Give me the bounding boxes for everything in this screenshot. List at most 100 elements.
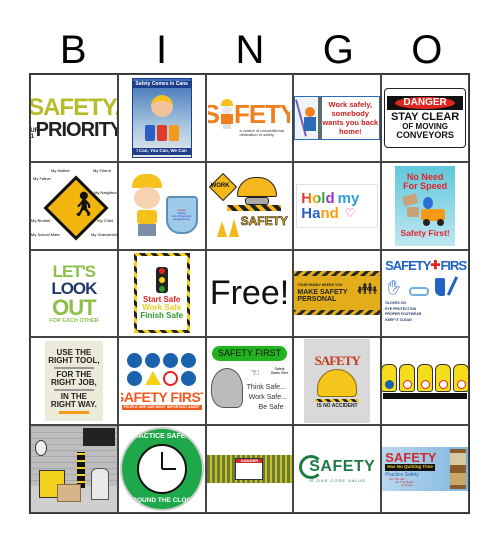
tool-line4: RIGHT JOB, xyxy=(51,377,97,387)
bingo-cell-right-tool[interactable]: USE THE RIGHT TOOL, FOR THE RIGHT JOB, I… xyxy=(30,337,118,426)
glove-icon: ✋ xyxy=(385,279,403,296)
work-sign-label: WORK xyxy=(210,182,230,189)
hardhat-sign-icon xyxy=(145,352,161,368)
speed-footer: Safety First! xyxy=(400,228,450,239)
head-silhouette-icon xyxy=(210,368,243,409)
stop-hand-icon-4 xyxy=(435,363,452,392)
stop-hand-icon-5 xyxy=(453,363,468,392)
bingo-cell-free[interactable]: Free! xyxy=(205,249,294,338)
goggles-sign-icon xyxy=(127,352,143,368)
ppe-icons-grid xyxy=(127,352,197,386)
cone-icon-2 xyxy=(216,220,227,237)
core-value-word: SAFETY xyxy=(309,458,376,476)
personal-line2: PERSONAL xyxy=(297,296,337,304)
ped-label-0: My Mother xyxy=(51,167,70,173)
yellow-hardhat-icon xyxy=(317,368,358,397)
work-safely-image: Work safely, somebody wants you back hom… xyxy=(294,95,381,140)
bingo-card: SAFETY, OUR #1 PRIORITY Safety Comes in … xyxy=(29,73,470,514)
bingo-cell-hold-my-hand[interactable]: Hold my Hand ♡ xyxy=(293,161,382,250)
cans-icon xyxy=(144,124,179,141)
pillar-icon xyxy=(77,452,85,489)
tool-line2: RIGHT TOOL, xyxy=(48,355,100,365)
pointing-hand-icon: ☜ xyxy=(250,368,260,380)
warehouse-forklift-image xyxy=(31,426,117,513)
ped-label-7: My Grandchild xyxy=(91,231,117,237)
ped-label-2: My Father xyxy=(33,175,52,181)
hazard-stripe xyxy=(315,398,360,402)
bingo-cell-no-accident[interactable]: SAFETY IS NO ACCIDENT xyxy=(293,337,382,426)
hands-row xyxy=(382,363,468,392)
bingo-cell-safety-cans[interactable]: Safety Comes in Cans I Can, You Can, We … xyxy=(117,74,206,162)
look-line4: FOR EACH OTHER xyxy=(49,317,99,324)
bingo-cell-pedestrian[interactable]: 🚶︎ My Mother My Friend My Father My Neig… xyxy=(30,161,118,250)
eyewear-icon xyxy=(408,287,429,297)
bingo-cell-work-safely[interactable]: Work safely, somebody wants you back hom… xyxy=(293,74,382,162)
stop-hands-image xyxy=(382,361,468,401)
right-tool-image: USE THE RIGHT TOOL, FOR THE RIGHT JOB, I… xyxy=(44,341,103,422)
bingo-cell-core-value[interactable]: SAFETY IS OUR CORE VALUE xyxy=(293,425,382,513)
bingo-cell-think-safe[interactable]: SAFETY FIRST ☜ Safety Starts Here Think … xyxy=(205,337,294,426)
hardhat-icon xyxy=(236,176,277,197)
think-safe-side: Safety Starts Here xyxy=(270,367,289,375)
safety-cans-image: Safety Comes in Cans I Can, You Can, We … xyxy=(131,77,192,158)
think-safe-line2: Work Safe... xyxy=(248,394,287,402)
bingo-cell-no-quitting-time[interactable]: SAFETY Has No Quitting Time Practice Saf… xyxy=(381,425,469,513)
safety-first-banner: PEOPLE ARE OUR MOST IMPORTANT ASSET xyxy=(121,404,202,411)
bingo-cell-work-safety[interactable]: WORK SAFETY xyxy=(205,161,294,250)
safety-first-people-image: SAFETY FIRST PEOPLE ARE OUR MOST IMPORTA… xyxy=(121,343,203,419)
ppe-item-2: PROPER FOOTWEAR xyxy=(385,312,422,317)
clock-top-text: PRACTICE SAFETY xyxy=(129,433,195,441)
header-letter-i: I xyxy=(156,28,168,72)
screwdriver-icon xyxy=(53,388,94,391)
bingo-cell-safety-first-people[interactable]: SAFETY FIRST PEOPLE ARE OUR MOST IMPORTA… xyxy=(117,337,206,426)
no-accident-image: SAFETY IS NO ACCIDENT xyxy=(304,339,371,424)
no-need-speed-image: No Need For Speed Safety First! xyxy=(395,165,456,246)
bingo-cell-start-work-finish[interactable]: Start Safe Work Safe Finish Safe xyxy=(117,249,206,338)
clock-bottom-text: AROUND THE CLOCK xyxy=(127,496,196,504)
stop-hand-icon-2 xyxy=(399,363,416,392)
safety-priority-image: SAFETY, OUR #1 PRIORITY xyxy=(31,96,117,140)
shield-line-3: Engineering xyxy=(173,216,190,221)
safety-culture-caption: a culture of unconditional dedication to… xyxy=(239,127,284,137)
wrench-icon xyxy=(53,366,94,369)
bingo-cell-warehouse[interactable] xyxy=(30,425,118,513)
bingo-cell-danger-conveyors[interactable]: DANGER STAY CLEAR OF MOVING CONVEYORS xyxy=(381,74,469,162)
start-work-finish-image: Start Safe Work Safe Finish Safe xyxy=(133,253,190,334)
bingo-cell-stop-hands[interactable] xyxy=(381,337,469,426)
pliers-icon xyxy=(58,410,89,414)
think-safe-title: SAFETY FIRST xyxy=(211,346,288,362)
practice-safety-clock-image: PRACTICE SAFETY AROUND THE CLOCK xyxy=(119,427,204,512)
bingo-cell-no-need-speed[interactable]: No Need For Speed Safety First! xyxy=(381,161,469,250)
bingo-cell-make-safety-personal[interactable]: YOUR FAMILY NEEDS YOU MAKE SAFETY PERSON… xyxy=(293,249,382,338)
bingo-cell-safety-priority[interactable]: SAFETY, OUR #1 PRIORITY xyxy=(30,74,118,162)
core-value-image: SAFETY IS OUR CORE VALUE xyxy=(294,449,380,489)
hardhat-worker-icon xyxy=(130,173,164,238)
speed-line2: For Speed xyxy=(403,181,448,192)
safety-culture-s: S xyxy=(208,101,219,127)
pallet-boxes-icon xyxy=(57,484,81,503)
clock-face-icon xyxy=(136,444,187,495)
bingo-cell-safety-first-ppe[interactable]: SAFETY ✚ FIRST. ✋ GLOVES ON EYE PROTECTI… xyxy=(381,249,469,338)
think-safe-line1: Think Safe... xyxy=(246,384,286,392)
bingo-cell-worker-shield[interactable]: Health Safety Fire Protection Engineerin… xyxy=(117,161,206,250)
finish-safe: Finish Safe xyxy=(140,310,184,320)
ped-label-3: My Neighbor xyxy=(94,189,117,195)
bingo-cell-practice-safety-clock[interactable]: PRACTICE SAFETY AROUND THE CLOCK xyxy=(117,425,206,513)
tool-line6: RIGHT WAY. xyxy=(50,399,97,409)
worker-icon xyxy=(150,95,173,118)
hand-word: Hand xyxy=(301,204,339,222)
bingo-cell-danger-fence[interactable]: DANGER xyxy=(205,425,294,513)
look-line1: LET'S xyxy=(52,261,96,281)
ppe-item-1: EYE PROTECTION xyxy=(385,306,417,311)
bingo-cell-lets-look-out[interactable]: LET'S LOOK OUT FOR EACH OTHER xyxy=(30,249,118,338)
stop-hand-icon-1 xyxy=(382,363,398,392)
worker-shield-image: Health Safety Fire Protection Engineerin… xyxy=(122,168,202,244)
lets-look-out-image: LET'S LOOK OUT FOR EACH OTHER xyxy=(44,253,104,333)
bingo-cell-safety-culture[interactable]: S FETY a culture of unconditional dedica… xyxy=(205,74,294,162)
sign-panel-icon xyxy=(83,428,115,447)
header-letter-n: N xyxy=(235,28,265,72)
ppe-item-0: GLOVES ON xyxy=(385,301,406,306)
hourglass-icon xyxy=(450,449,466,490)
quitting-word: SAFETY xyxy=(385,450,437,466)
personal-small: YOUR FAMILY NEEDS YOU xyxy=(297,282,343,287)
